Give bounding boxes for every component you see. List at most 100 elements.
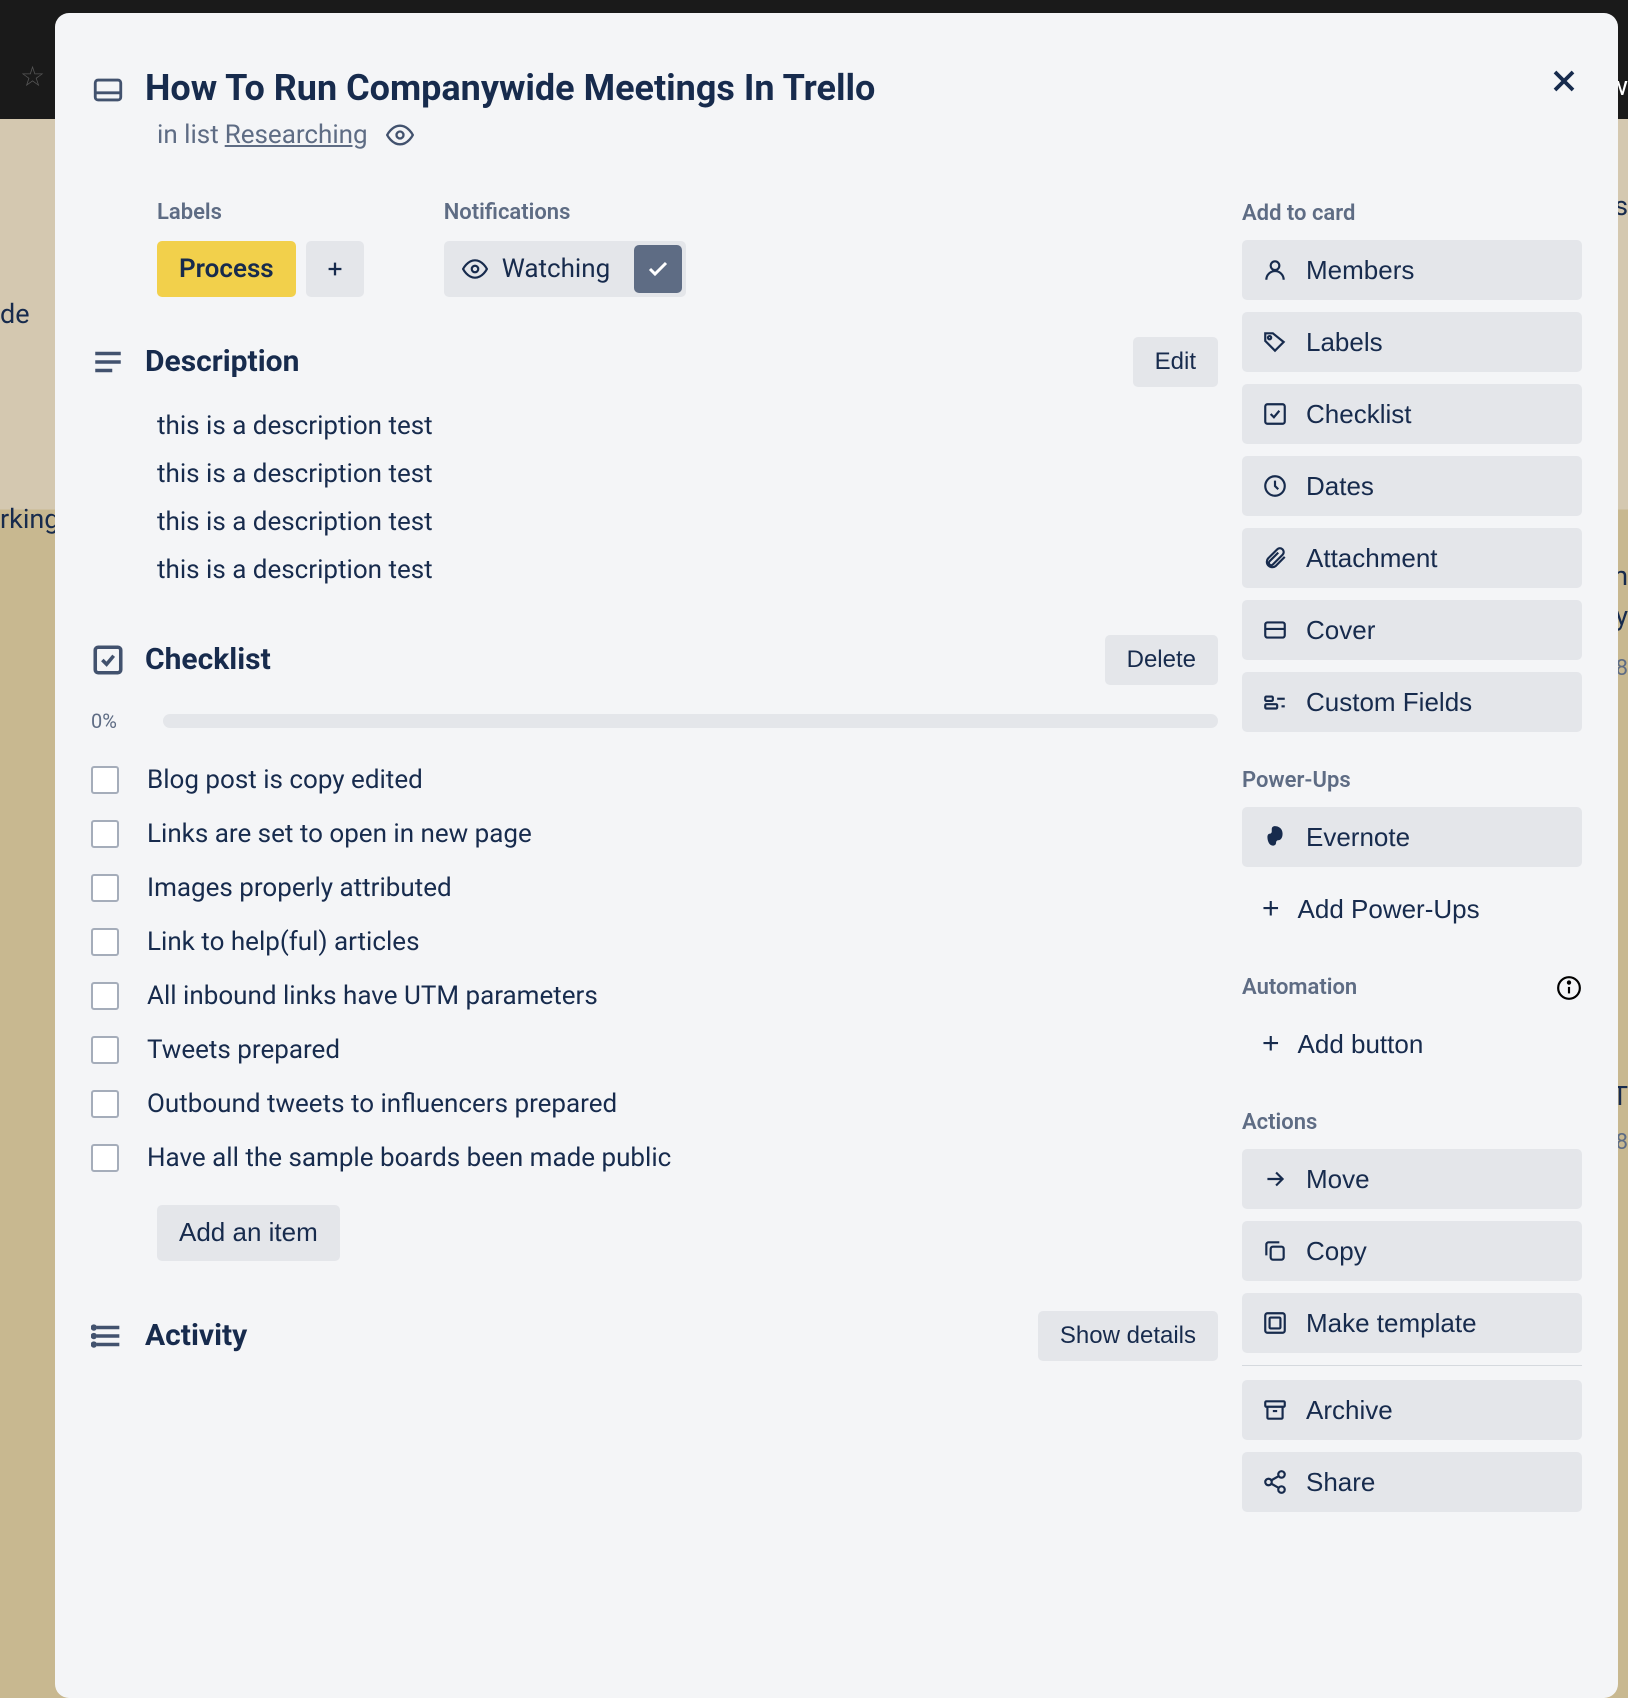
copy-button[interactable]: Copy <box>1242 1221 1582 1281</box>
checklist-checkbox[interactable] <box>91 766 119 794</box>
description-heading: Description <box>145 344 1113 379</box>
watch-toggle[interactable]: Watching <box>444 241 687 297</box>
checklist-item[interactable]: Images properly attributed <box>91 861 1218 915</box>
share-label: Share <box>1306 1467 1375 1498</box>
card-list-row: in list Researching <box>157 120 1218 150</box>
checklist-item-label: Blog post is copy edited <box>147 765 423 795</box>
automation-heading: Automation <box>1242 975 1582 1000</box>
card-title: How To Run Companywide Meetings In Trell… <box>145 65 875 112</box>
checklist-item[interactable]: Link to help(ful) articles <box>91 915 1218 969</box>
labels-block: Labels Process <box>157 200 364 297</box>
cover-button[interactable]: Cover <box>1242 600 1582 660</box>
make-template-label: Make template <box>1306 1308 1477 1339</box>
powerups-group: Power-Ups Evernote + Add Power-Ups <box>1242 768 1582 939</box>
dates-button[interactable]: Dates <box>1242 456 1582 516</box>
star-icon[interactable]: ☆ <box>20 60 45 93</box>
checklist-item-label: Have all the sample boards been made pub… <box>147 1143 671 1173</box>
evernote-label: Evernote <box>1306 822 1410 853</box>
checklist-item-label: Images properly attributed <box>147 873 452 903</box>
card-modal: How To Run Companywide Meetings In Trell… <box>55 13 1618 1698</box>
bg-text: rking <box>0 503 59 535</box>
checklist-section: Checklist Delete 0% Blog post is copy ed… <box>91 635 1218 1261</box>
add-checklist-item-button[interactable]: Add an item <box>157 1205 340 1261</box>
checklist-progress-bar <box>163 714 1218 728</box>
watching-label: Watching <box>502 254 611 284</box>
add-powerups-label: Add Power-Ups <box>1298 894 1480 925</box>
checklist-progress-pct: 0% <box>91 709 139 733</box>
checklist-checkbox[interactable] <box>91 874 119 902</box>
activity-section: Activity Show details <box>91 1311 1218 1361</box>
cover-label: Cover <box>1306 615 1375 646</box>
actions-heading: Actions <box>1242 1110 1582 1135</box>
checklist-item-label: Links are set to open in new page <box>147 819 532 849</box>
delete-checklist-button[interactable]: Delete <box>1105 635 1218 685</box>
notifications-heading: Notifications <box>444 200 687 225</box>
description-section: Description Edit this is a description t… <box>91 337 1218 585</box>
archive-label: Archive <box>1306 1395 1393 1426</box>
checklist-heading: Checklist <box>145 642 1085 677</box>
checklist-icon <box>91 643 125 677</box>
bg-text: de <box>0 298 30 330</box>
attachment-button[interactable]: Attachment <box>1242 528 1582 588</box>
description-body[interactable]: this is a description test this is a des… <box>157 411 1218 585</box>
checklist-checkbox[interactable] <box>91 820 119 848</box>
plus-icon: + <box>1262 892 1280 926</box>
description-line: this is a description test <box>157 459 1218 489</box>
add-powerups-button[interactable]: + Add Power-Ups <box>1242 879 1582 939</box>
checklist-item[interactable]: All inbound links have UTM parameters <box>91 969 1218 1023</box>
checklist-item-label: Tweets prepared <box>147 1035 340 1065</box>
custom-fields-button[interactable]: Custom Fields <box>1242 672 1582 732</box>
move-label: Move <box>1306 1164 1370 1195</box>
add-automation-button[interactable]: + Add button <box>1242 1014 1582 1074</box>
archive-button[interactable]: Archive <box>1242 1380 1582 1440</box>
info-icon[interactable] <box>1556 975 1582 1001</box>
labels-label: Labels <box>1306 327 1383 358</box>
checklist-item[interactable]: Outbound tweets to influencers prepared <box>91 1077 1218 1131</box>
automation-group: Automation + Add button <box>1242 975 1582 1074</box>
share-button[interactable]: Share <box>1242 1452 1582 1512</box>
evernote-button[interactable]: Evernote <box>1242 807 1582 867</box>
checklist-item[interactable]: Links are set to open in new page <box>91 807 1218 861</box>
labels-heading: Labels <box>157 200 364 225</box>
move-button[interactable]: Move <box>1242 1149 1582 1209</box>
checklist-item[interactable]: Blog post is copy edited <box>91 753 1218 807</box>
description-line: this is a description test <box>157 555 1218 585</box>
activity-heading: Activity <box>145 1318 1018 1353</box>
copy-label: Copy <box>1306 1236 1367 1267</box>
eye-icon[interactable] <box>386 121 414 149</box>
checklist-label: Checklist <box>1306 399 1411 430</box>
checklist-button[interactable]: Checklist <box>1242 384 1582 444</box>
plus-icon: + <box>1262 1027 1280 1061</box>
show-details-button[interactable]: Show details <box>1038 1311 1218 1361</box>
label-chip-process[interactable]: Process <box>157 241 296 297</box>
dates-label: Dates <box>1306 471 1374 502</box>
custom-fields-label: Custom Fields <box>1306 687 1472 718</box>
description-line: this is a description test <box>157 507 1218 537</box>
description-icon <box>91 345 125 379</box>
powerups-heading: Power-Ups <box>1242 768 1582 793</box>
add-to-card-heading: Add to card <box>1242 201 1582 226</box>
checklist-checkbox[interactable] <box>91 982 119 1010</box>
checklist-checkbox[interactable] <box>91 1090 119 1118</box>
card-icon <box>91 73 125 107</box>
add-label-button[interactable] <box>306 241 364 297</box>
labels-button[interactable]: Labels <box>1242 312 1582 372</box>
card-sidebar: Add to card Members Labels Checklist Dat… <box>1242 43 1582 1698</box>
list-link[interactable]: Researching <box>225 120 368 150</box>
close-button[interactable] <box>1546 63 1582 99</box>
actions-group: Actions Move Copy Make template Archive … <box>1242 1110 1582 1512</box>
checklist-item[interactable]: Tweets prepared <box>91 1023 1218 1077</box>
checklist-checkbox[interactable] <box>91 1144 119 1172</box>
checklist-item-label: Link to help(ful) articles <box>147 927 420 957</box>
checklist-checkbox[interactable] <box>91 928 119 956</box>
edit-description-button[interactable]: Edit <box>1133 337 1218 387</box>
checklist-item-label: All inbound links have UTM parameters <box>147 981 598 1011</box>
checklist-item[interactable]: Have all the sample boards been made pub… <box>91 1131 1218 1185</box>
add-to-card-group: Add to card Members Labels Checklist Dat… <box>1242 201 1582 732</box>
divider <box>1242 1365 1582 1366</box>
members-button[interactable]: Members <box>1242 240 1582 300</box>
make-template-button[interactable]: Make template <box>1242 1293 1582 1353</box>
description-line: this is a description test <box>157 411 1218 441</box>
add-automation-label: Add button <box>1298 1029 1424 1060</box>
checklist-checkbox[interactable] <box>91 1036 119 1064</box>
